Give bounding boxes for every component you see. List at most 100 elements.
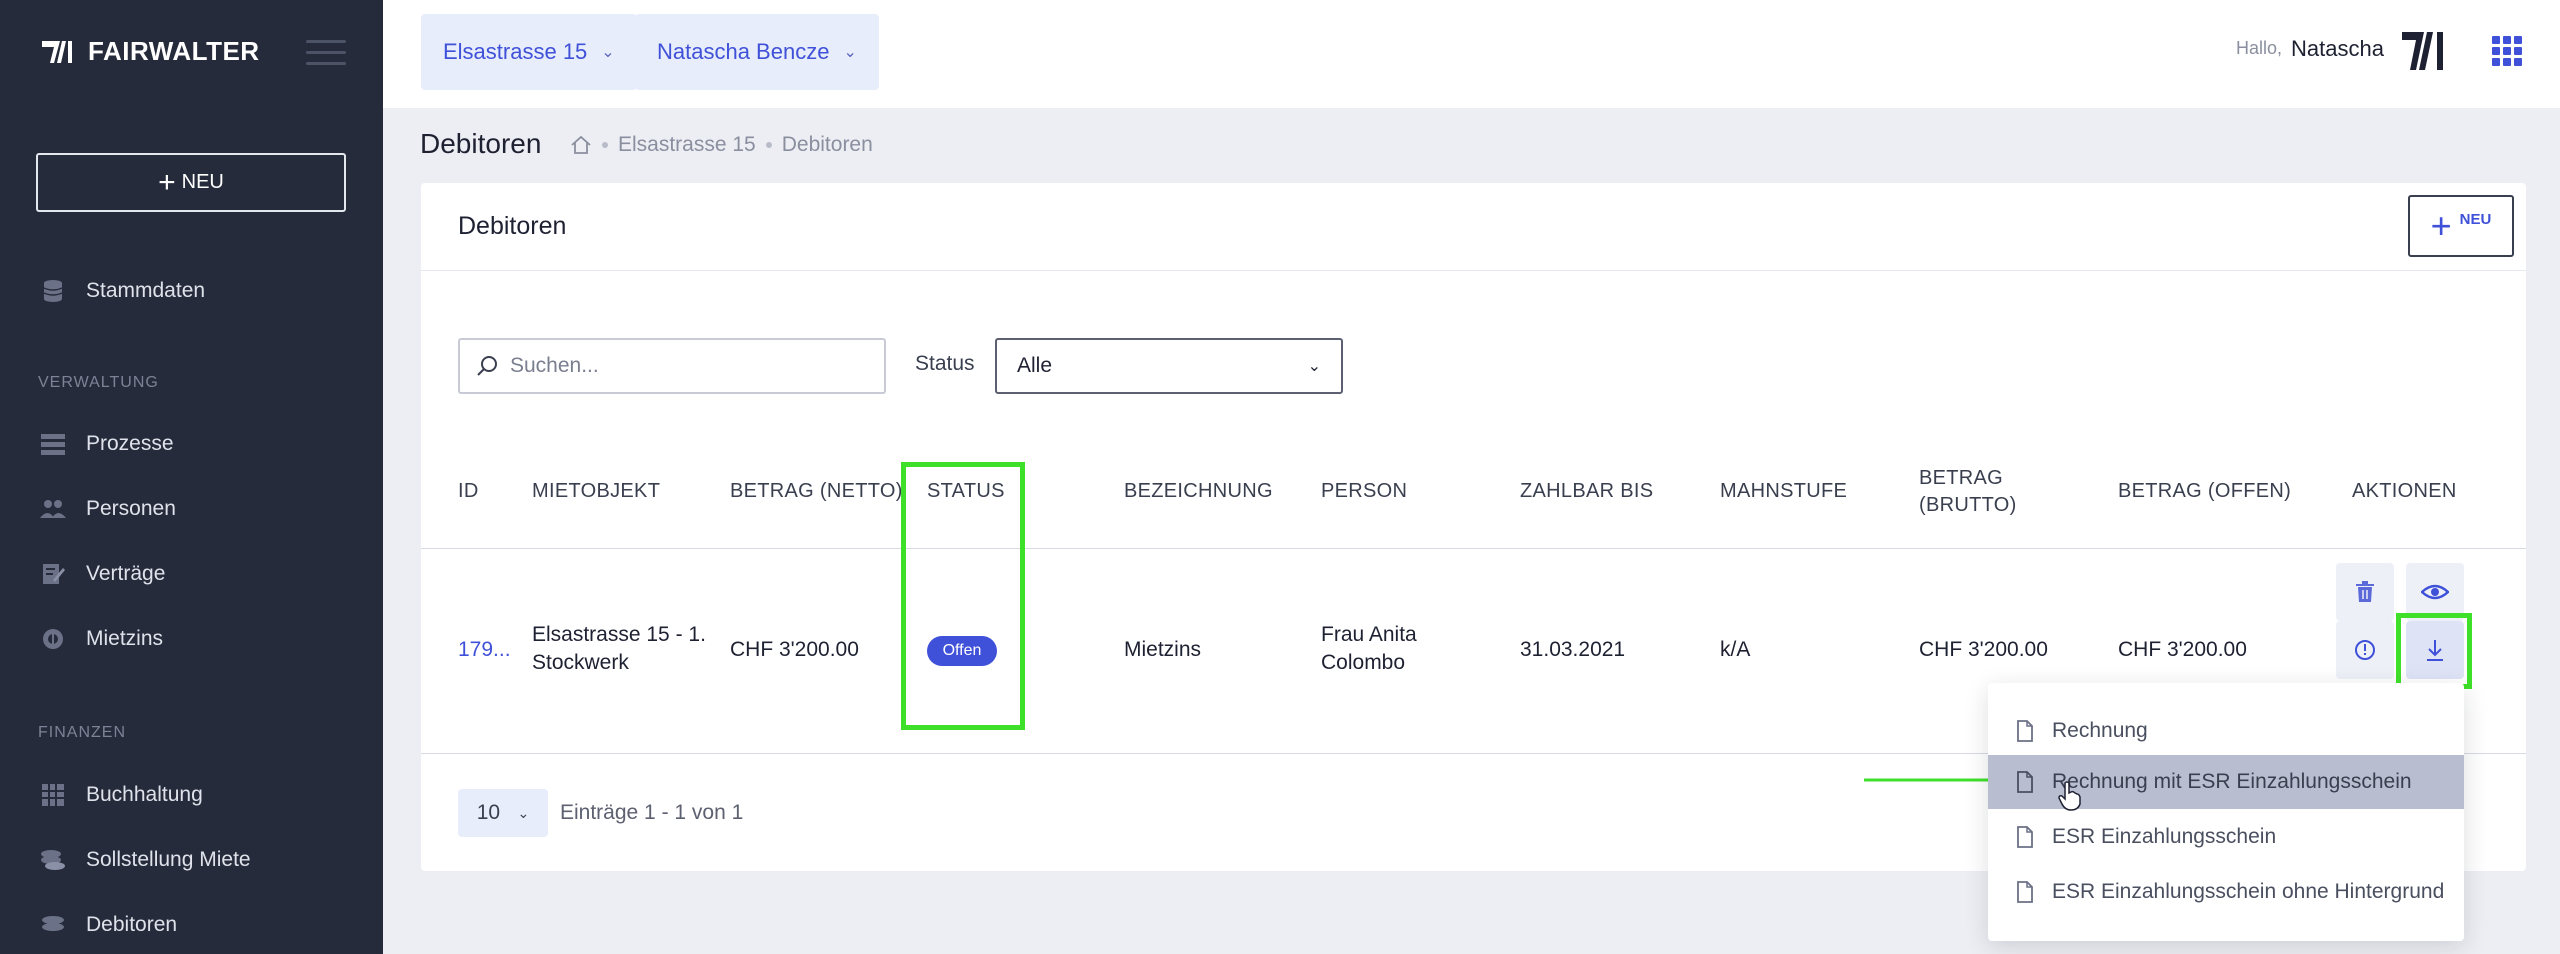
coins-icon: [40, 847, 66, 873]
sidebar-item-label: Prozesse: [86, 432, 174, 455]
chevron-down-icon: ⌄: [517, 804, 530, 821]
pagination-info: Einträge 1 - 1 von 1: [560, 801, 744, 824]
top-bar: Elsastrasse 15 ⌄ Natascha Bencze ⌄ Hallo…: [383, 0, 2560, 108]
sidebar-item-debitoren[interactable]: Debitoren: [40, 912, 177, 938]
property-selector[interactable]: Elsastrasse 15 ⌄: [421, 14, 637, 90]
info-button[interactable]: [2336, 621, 2394, 679]
row-betrag-brutto: CHF 3'200.00: [1919, 638, 2048, 661]
menu-item-label: Rechnung: [2052, 719, 2148, 742]
status-filter-value: Alle: [1017, 354, 1053, 377]
rent-icon: [40, 626, 66, 652]
breadcrumb: Elsastrasse 15 Debitoren: [570, 133, 873, 157]
sidebar-item-label: Buchhaltung: [86, 783, 203, 806]
sidebar-item-personen[interactable]: Personen: [40, 496, 176, 522]
column-header-aktionen: AKTIONEN: [2352, 480, 2457, 502]
sidebar-item-label: Debitoren: [86, 913, 178, 936]
sidebar-item-buchhaltung[interactable]: Buchhaltung: [40, 782, 203, 808]
sidebar-item-sollstellung-miete[interactable]: Sollstellung Miete: [40, 847, 251, 873]
sidebar-new-button[interactable]: + NEU: [36, 153, 346, 212]
search-field[interactable]: [458, 338, 886, 394]
download-menu: Rechnung Rechnung mit ESR Einzahlungssch…: [1988, 683, 2464, 941]
file-icon: [2017, 881, 2033, 903]
breadcrumb-separator: [602, 142, 608, 148]
info-icon: [2355, 640, 2375, 660]
column-header-betrag-netto[interactable]: BETRAG (NETTO): [730, 480, 903, 503]
person-selector[interactable]: Natascha Bencze ⌄: [635, 14, 879, 90]
file-icon: [2017, 720, 2033, 742]
column-header-betrag-offen[interactable]: BETRAG (OFFEN): [2118, 480, 2291, 503]
sidebar-item-prozesse[interactable]: Prozesse: [40, 431, 174, 457]
row-bezeichnung: Mietzins: [1124, 638, 1202, 661]
chevron-down-icon: ⌄: [601, 44, 615, 61]
plus-icon: +: [158, 165, 176, 199]
row-mietobjekt-line2: Stockwerk: [532, 651, 629, 674]
column-header-betrag-brutto-suffix[interactable]: (BRUTTO): [1919, 494, 2017, 517]
status-column-highlight: [901, 462, 1025, 730]
hand-cursor-icon: [2058, 781, 2081, 811]
column-header-zahlbar-bis[interactable]: ZAHLBAR BIS: [1520, 480, 1653, 503]
database-icon: [40, 278, 66, 304]
row-mietobjekt-line1: Elsastrasse 15 - 1.: [532, 623, 706, 646]
column-header-bezeichnung[interactable]: BEZEICHNUNG: [1124, 480, 1273, 503]
chevron-down-icon: ⌄: [843, 44, 857, 61]
menu-item-label: ESR Einzahlungsschein: [2052, 825, 2277, 848]
add-debitor-button[interactable]: + NEU: [2408, 195, 2514, 257]
sidebar: FAIRWALTER + NEU Stammdaten VERWALTUNG P…: [0, 0, 383, 954]
row-mahnstufe: k/A: [1720, 638, 1751, 661]
contract-icon: [40, 561, 66, 587]
people-icon: [40, 496, 66, 522]
brand-logo[interactable]: FAIRWALTER: [40, 36, 260, 67]
menu-item-label: Rechnung mit ESR Einzahlungsschein: [2052, 770, 2412, 793]
file-icon: [2017, 771, 2033, 793]
file-icon: [2017, 826, 2033, 848]
delete-button[interactable]: [2336, 563, 2394, 621]
plus-icon: +: [2430, 205, 2452, 246]
greeting: Hallo,: [2235, 38, 2282, 58]
add-debitor-label: NEU: [2459, 211, 2492, 228]
download-button-highlight: [2396, 613, 2472, 689]
column-header-person[interactable]: PERSON: [1321, 480, 1407, 503]
chevron-down-icon: ⌄: [1307, 358, 1321, 375]
search-icon: [477, 356, 497, 376]
column-header-mahnstufe[interactable]: MAHNSTUFE: [1720, 480, 1847, 503]
fairwalter-logo-icon: [42, 40, 72, 63]
home-icon[interactable]: [570, 135, 592, 155]
row-zahlbar-bis: 31.03.2021: [1520, 638, 1626, 661]
row-person-line2: Colombo: [1321, 651, 1406, 674]
sidebar-item-label: Personen: [86, 497, 176, 520]
user-avatar-logo-icon[interactable]: [2400, 28, 2448, 79]
row-betrag-offen: CHF 3'200.00: [2118, 638, 2247, 661]
menu-item-esr-ohne-hintergrund[interactable]: ESR Einzahlungsschein ohne Hintergrund: [1988, 865, 2464, 919]
menu-item-rechnung[interactable]: Rechnung: [1988, 704, 2464, 758]
sidebar-new-label: NEU: [181, 171, 224, 193]
menu-item-esr-einzahlungsschein[interactable]: ESR Einzahlungsschein: [1988, 810, 2464, 864]
person-selector-label: Natascha Bencze: [657, 39, 830, 64]
apps-grid-icon[interactable]: [2492, 36, 2522, 66]
sidebar-item-label: Mietzins: [86, 627, 164, 650]
sidebar-item-stammdaten[interactable]: Stammdaten: [40, 278, 205, 304]
breadcrumb-item: Debitoren: [781, 133, 873, 156]
menu-item-label: ESR Einzahlungsschein ohne Hintergrund: [2052, 880, 2445, 903]
sidebar-item-mietzins[interactable]: Mietzins: [40, 626, 163, 652]
page-size-value: 10: [476, 801, 501, 824]
sidebar-item-label: Sollstellung Miete: [86, 848, 251, 871]
row-person-line1: Frau Anita: [1321, 623, 1417, 646]
breadcrumb-item[interactable]: Elsastrasse 15: [618, 133, 756, 157]
search-input[interactable]: [510, 354, 850, 378]
section-finanzen: FINANZEN: [38, 724, 126, 741]
row-id-link[interactable]: 179...: [458, 636, 511, 664]
menu-toggle-icon[interactable]: [306, 40, 346, 66]
status-filter-label: Status: [915, 352, 975, 375]
user-name[interactable]: Natascha: [2291, 36, 2384, 62]
sidebar-item-vertraege[interactable]: Verträge: [40, 561, 165, 587]
row-betrag-netto: CHF 3'200.00: [730, 638, 859, 661]
debtor-icon: [40, 912, 66, 938]
page-title: Debitoren: [420, 128, 542, 159]
status-filter-select[interactable]: Alle ⌄: [995, 338, 1343, 394]
page-size-select[interactable]: 10 ⌄: [458, 789, 548, 837]
column-header-betrag-brutto[interactable]: BETRAG: [1919, 467, 2003, 490]
menu-item-rechnung-mit-esr[interactable]: Rechnung mit ESR Einzahlungsschein: [1988, 755, 2464, 811]
column-header-mietobjekt[interactable]: MIETOBJEKT: [532, 480, 660, 503]
section-verwaltung: VERWALTUNG: [38, 374, 159, 391]
column-header-id[interactable]: ID: [458, 480, 479, 503]
